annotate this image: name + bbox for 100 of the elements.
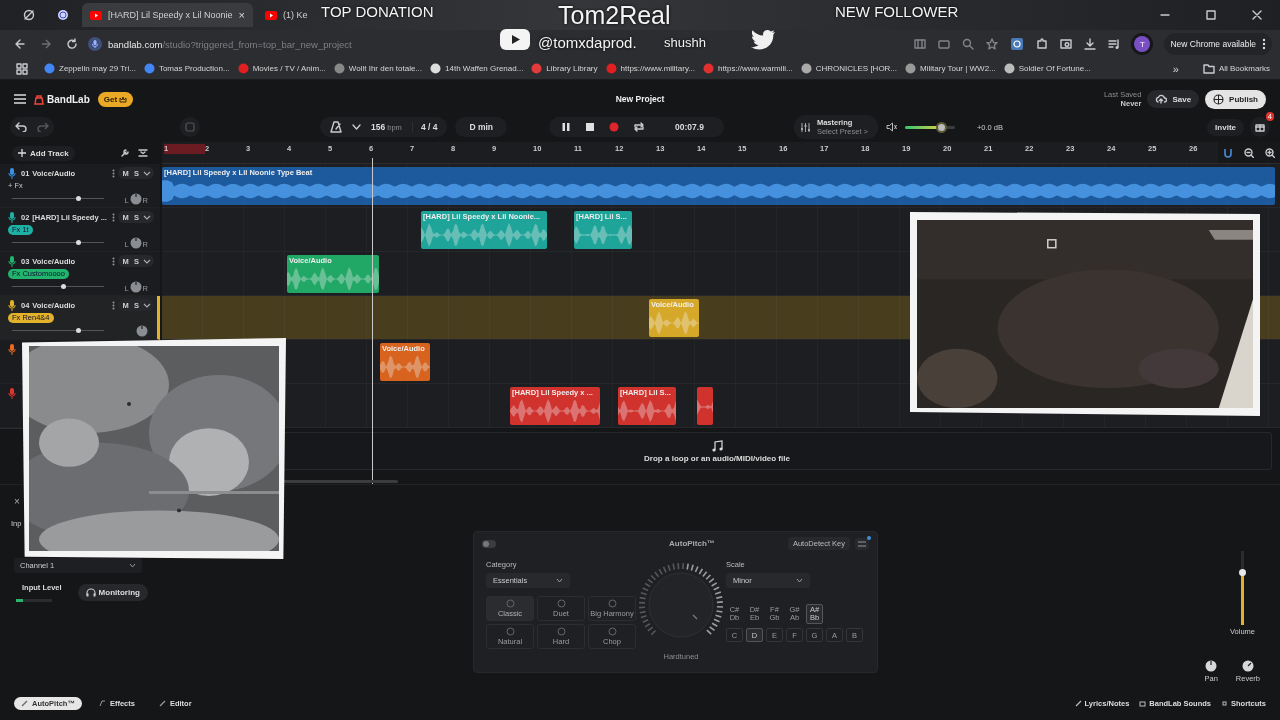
panel-title: AutoPitch™ [669, 539, 715, 548]
star-icon[interactable] [986, 38, 999, 50]
all-bookmarks-folder[interactable]: All Bookmarks [1202, 59, 1270, 78]
more-icon[interactable] [112, 212, 115, 222]
crown-icon [119, 95, 128, 103]
puzzle-icon[interactable] [1036, 38, 1049, 50]
time-display: 00:07.9 [675, 122, 704, 132]
plus-icon [18, 149, 26, 157]
bookmark[interactable]: Military Tour | WW2... [905, 59, 996, 78]
chevron-down-icon[interactable] [143, 170, 151, 176]
microphone-icon [88, 37, 102, 51]
get-button[interactable]: Get [97, 91, 134, 107]
favicon-icon [703, 63, 715, 74]
slider-thumb[interactable] [60, 284, 66, 290]
menu-icon[interactable] [14, 94, 26, 104]
chevron-down-icon[interactable] [352, 124, 361, 130]
speaker-icon[interactable] [885, 122, 897, 132]
chevron-down-icon[interactable] [143, 214, 151, 220]
extension-icon[interactable] [1010, 37, 1025, 51]
preset-icon [607, 627, 617, 636]
forward-icon[interactable] [40, 38, 52, 50]
slider-thumb[interactable] [76, 196, 82, 202]
globe-icon [1213, 93, 1225, 105]
browser-tab[interactable]: [HARD] Lil Speedy x Lil Noonie × [82, 3, 253, 27]
zoom-out-icon[interactable] [1244, 147, 1254, 158]
list-icon [858, 540, 866, 547]
update-button[interactable]: New Chrome available [1164, 33, 1272, 55]
more-icon[interactable] [112, 256, 115, 266]
overlay-heading: NEW FOLLOWER [835, 3, 959, 20]
key-button[interactable]: D min [455, 117, 508, 137]
download-icon[interactable] [1084, 38, 1097, 50]
gift-button[interactable] [1250, 117, 1270, 137]
favicon-icon [905, 63, 917, 74]
reload-icon[interactable] [66, 38, 78, 50]
preset-icon [505, 627, 515, 636]
power-toggle[interactable] [482, 539, 496, 548]
audio-clip[interactable] [697, 387, 713, 425]
loop-icon[interactable] [633, 122, 646, 132]
slider-thumb[interactable] [935, 121, 947, 133]
bookmark[interactable]: 14th Waffen Grenad... [430, 59, 524, 78]
logo-text: BandLab [47, 93, 90, 105]
piano-icon[interactable] [914, 38, 927, 50]
pan-knob[interactable] [129, 192, 142, 205]
favicon-icon [605, 63, 617, 74]
cast-icon[interactable] [938, 38, 951, 50]
bookmark[interactable]: Movies / TV / Anim... [237, 59, 326, 78]
profile-avatar[interactable]: T [1134, 36, 1151, 52]
apps-icon[interactable] [16, 62, 28, 75]
preset-icon [556, 627, 566, 636]
undo-icon[interactable] [15, 122, 27, 132]
collapse-icon[interactable] [138, 148, 148, 158]
reverb-knob[interactable] [1241, 660, 1254, 672]
zoom-icon[interactable] [962, 38, 975, 50]
overlay-channel-name: Tom2Real [558, 1, 671, 30]
url-field[interactable]: bandlab.com/studio?triggered_from=top_bar_new_project [88, 33, 388, 55]
close-tab-button[interactable]: × [238, 9, 245, 21]
browser-tab[interactable]: (1) Ke [257, 3, 316, 27]
time-signature-field[interactable]: 4 / 4 [411, 122, 438, 132]
volume-slider[interactable] [1241, 551, 1244, 625]
magnet-icon[interactable] [1223, 147, 1234, 158]
slider-thumb[interactable] [1239, 569, 1246, 577]
page-search-icon[interactable] [1060, 38, 1073, 50]
bookmark[interactable]: Zeppelin may 29 Tri... [44, 59, 136, 78]
pan-knob[interactable] [129, 236, 142, 249]
video-icon [90, 10, 102, 20]
more-icon[interactable] [112, 300, 115, 310]
bookmark[interactable]: Library Library [531, 59, 598, 78]
url-path: /studio?triggered_from=top_bar_new_project [162, 38, 352, 50]
bookmark[interactable]: Wollt Ihr den totale... [333, 59, 423, 78]
zoom-in-icon[interactable] [1264, 147, 1275, 158]
list-button[interactable] [855, 537, 869, 550]
bookmark[interactable]: https://www.warmili... [703, 59, 793, 78]
slider-thumb[interactable] [76, 240, 82, 246]
pause-icon[interactable] [561, 122, 572, 132]
more-bookmarks-button[interactable]: » [1172, 62, 1179, 75]
preset-icon [556, 599, 566, 608]
monitoring-button[interactable]: Monitoring [77, 584, 148, 601]
slider-thumb[interactable] [76, 328, 82, 334]
back-icon[interactable] [14, 38, 26, 50]
wrench-icon[interactable] [120, 148, 130, 158]
metronome-icon[interactable] [330, 121, 342, 133]
pan-knob[interactable] [1205, 660, 1218, 672]
more-icon[interactable] [112, 168, 115, 178]
invite-button[interactable]: Invite [1207, 118, 1244, 136]
chevron-down-icon [556, 578, 563, 583]
publish-button[interactable]: Publish [1205, 89, 1266, 109]
stop-icon[interactable] [585, 122, 596, 132]
bookmark[interactable]: CHRONICLES [HOR... [800, 59, 898, 78]
bookmark[interactable]: Tomas Production... [143, 59, 230, 78]
chevron-down-icon[interactable] [143, 302, 151, 308]
save-button[interactable]: Save [1147, 90, 1200, 108]
bookmark[interactable]: Soldier Of Fortune... [1003, 59, 1091, 78]
pan-knob[interactable] [129, 280, 142, 293]
notification-dot [867, 535, 871, 540]
project-title: New Project [615, 94, 665, 104]
add-track-button[interactable]: Add Track [12, 145, 75, 161]
chevron-down-icon[interactable] [143, 258, 151, 264]
media-icon[interactable] [1108, 38, 1121, 50]
bookmark[interactable]: https://www.military... [605, 59, 696, 78]
video-icon [265, 10, 277, 20]
